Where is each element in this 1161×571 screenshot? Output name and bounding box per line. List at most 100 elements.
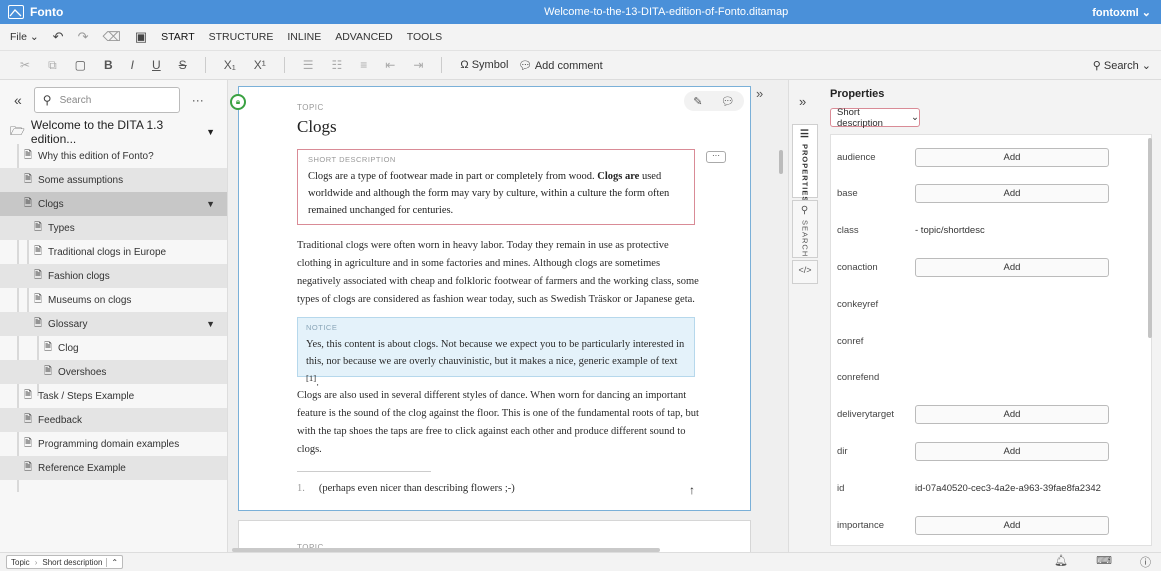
tab-start[interactable]: START (161, 31, 194, 43)
topic-title[interactable]: Clogs (297, 117, 337, 137)
paste-icon[interactable]: ▢ (75, 58, 86, 72)
tab-search[interactable]: ⚲ SEARCH (792, 200, 818, 258)
caret-down-icon[interactable]: ▼ (206, 319, 215, 329)
file-menu[interactable]: File ⌄ (10, 31, 39, 43)
comment-icon[interactable]: 💬︎ (721, 95, 735, 108)
cut-icon[interactable]: ✂ (20, 58, 30, 72)
add-attribute-button[interactable]: Add (915, 441, 1109, 461)
footnote-number: 1. (297, 483, 305, 494)
short-description-part-a: Clogs are a type of footwear made in par… (308, 171, 595, 182)
add-attribute-button[interactable]: Add (915, 257, 1109, 277)
arrow-up-icon[interactable]: ↑ (689, 483, 695, 498)
breadcrumb-short-description[interactable]: Short description (38, 558, 106, 567)
outline-item[interactable]: 🗎 Overshoes (0, 360, 227, 384)
format-toolbar: ✂ ⧉ ▢ B I U S X₁ X¹ ☰ ☷ ≡ ⇤ ⇥ Ω Symbol 💬… (0, 50, 1161, 80)
superscript-icon[interactable]: X¹ (254, 58, 266, 72)
document-icon: 🗎 (24, 173, 33, 185)
outline-item[interactable]: 🗎 Why this edition of Fonto? (0, 144, 227, 168)
toolbar-divider (441, 57, 443, 73)
collapse-right-icon[interactable]: » (756, 86, 763, 101)
collapse-left-icon[interactable]: « (14, 92, 22, 108)
notice-box[interactable]: NOTICE Yes, this content is about clogs.… (297, 317, 695, 389)
lock-icon[interactable]: 🔒︎ (230, 94, 246, 110)
outline-search-input[interactable]: ⚲ Search (33, 87, 180, 113)
paragraph[interactable]: Traditional clogs were often worn in hea… (297, 237, 701, 309)
add-attribute-button[interactable]: Add (915, 515, 1109, 535)
outline-item[interactable]: 🗎 Fashion clogs (0, 264, 227, 288)
tab-structure[interactable]: STRUCTURE (209, 31, 274, 43)
keyboard-icon[interactable]: ⌨ (1096, 554, 1112, 570)
outline-item[interactable]: 🗎 Task / Steps Example (0, 384, 227, 408)
underline-icon[interactable]: U (152, 58, 161, 72)
info-icon[interactable]: ⓘ (1140, 554, 1151, 570)
outline-item[interactable]: 🗎 Feedback (0, 408, 227, 432)
add-attribute-button[interactable]: Add (915, 147, 1109, 167)
app-logo[interactable]: Fonto (0, 5, 240, 19)
attribute-name: base (837, 188, 858, 200)
outline-item[interactable]: 🗎 Glossary ▼ (0, 312, 227, 336)
add-comment-button[interactable]: 💬︎ Add comment (518, 59, 602, 72)
align-icon[interactable]: ≡ (360, 58, 367, 72)
editor-vertical-scrollbar[interactable] (779, 150, 783, 174)
attribute-name: audience (837, 151, 876, 163)
paragraph[interactable]: Clogs are also used in several different… (297, 387, 701, 459)
numbered-list-icon[interactable]: ☷ (332, 58, 343, 72)
save-icon[interactable]: ▣ (135, 29, 147, 45)
attribute-name: class (837, 225, 859, 237)
outline-item[interactable]: 🗎 Reference Example (0, 456, 227, 480)
outdent-icon[interactable]: ⇤ (385, 58, 395, 72)
breadcrumb-topic[interactable]: Topic (7, 558, 34, 567)
add-attribute-button[interactable]: Add (915, 184, 1109, 204)
outline-item[interactable]: 🗎 Types (0, 216, 227, 240)
search-button[interactable]: ⚲ Search ⌄ (1093, 59, 1161, 72)
add-attribute-button[interactable]: Add (915, 405, 1109, 425)
outline-item-selected[interactable]: 🗎 Clogs ▼ (0, 192, 227, 216)
attribute-value[interactable]: - topic/shortdesc (915, 225, 985, 236)
redo-icon[interactable]: ↷ (78, 29, 89, 45)
element-menu-button[interactable]: ··· (706, 151, 726, 163)
clear-formatting-icon[interactable]: ⌫ (102, 29, 120, 45)
bold-icon[interactable]: B (104, 58, 113, 72)
outline-item[interactable]: 🗎 Some assumptions (0, 168, 227, 192)
outline-item[interactable]: 🗎 Clog (0, 336, 227, 360)
document-icon: 🗎 (44, 341, 53, 353)
properties-scrollbar[interactable] (1148, 138, 1152, 338)
short-description-box[interactable]: SHORT DESCRIPTION Clogs are a type of fo… (297, 149, 695, 225)
footnote-ref[interactable]: [1] (306, 373, 316, 383)
tab-inline[interactable]: INLINE (287, 31, 321, 43)
tab-advanced[interactable]: ADVANCED (335, 31, 393, 43)
outline-item[interactable]: 🗎 Traditional clogs in Europe (0, 240, 227, 264)
caret-down-icon[interactable]: ▼ (206, 199, 215, 209)
document-icon: 🗎 (24, 149, 33, 161)
user-menu[interactable]: fontoxml ⌄ (1092, 6, 1161, 19)
attribute-row: class - topic/shortdesc (831, 213, 1151, 249)
tab-xml[interactable]: </> (792, 260, 818, 284)
tab-tools[interactable]: TOOLS (407, 31, 442, 43)
symbol-button[interactable]: Ω Symbol (460, 59, 508, 71)
short-description-text[interactable]: Clogs are a type of footwear made in par… (308, 168, 684, 219)
chevron-up-icon[interactable]: ⌃ (106, 557, 122, 567)
element-selector[interactable]: Short description ⌄ (830, 107, 920, 129)
tab-properties[interactable]: ☰ PROPERTIES (792, 124, 818, 202)
collapse-right-icon[interactable]: » (799, 94, 806, 109)
bell-icon[interactable]: 🔔︎ (1054, 554, 1068, 570)
bullet-list-icon[interactable]: ☰ (303, 58, 314, 72)
topic-card[interactable]: ✎ 💬︎ TOPIC Clogs SHORT DESCRIPTION Clogs… (238, 86, 751, 511)
copy-icon[interactable]: ⧉ (48, 58, 57, 73)
subscript-icon[interactable]: X₁ (224, 58, 236, 72)
outline-item[interactable]: 🗎 Programming domain examples (0, 432, 227, 456)
attribute-value[interactable]: id-07a40520-cec3-4a2e-a963-39fae8fa2342 (915, 483, 1101, 494)
strikethrough-icon[interactable]: S (179, 58, 187, 72)
caret-down-icon[interactable]: ▼ (206, 127, 215, 137)
outline-header: « ⚲ Search ··· (0, 80, 227, 120)
indent-icon[interactable]: ⇥ (413, 58, 423, 72)
undo-icon[interactable]: ↶ (53, 29, 64, 45)
footnote-item[interactable]: 1. (perhaps even nicer than describing f… (297, 483, 695, 498)
italic-icon[interactable]: I (131, 58, 134, 72)
edit-icon[interactable]: ✎ (693, 95, 702, 108)
notice-text[interactable]: Yes, this content is about clogs. Not be… (306, 336, 686, 392)
symbol-label: Symbol (471, 59, 509, 71)
outline-item[interactable]: 🗎 Museums on clogs (0, 288, 227, 312)
outline-root-item[interactable]: 🗁 Welcome to the DITA 1.3 edition... ▼ (0, 118, 227, 146)
more-options-icon[interactable]: ··· (192, 93, 204, 107)
